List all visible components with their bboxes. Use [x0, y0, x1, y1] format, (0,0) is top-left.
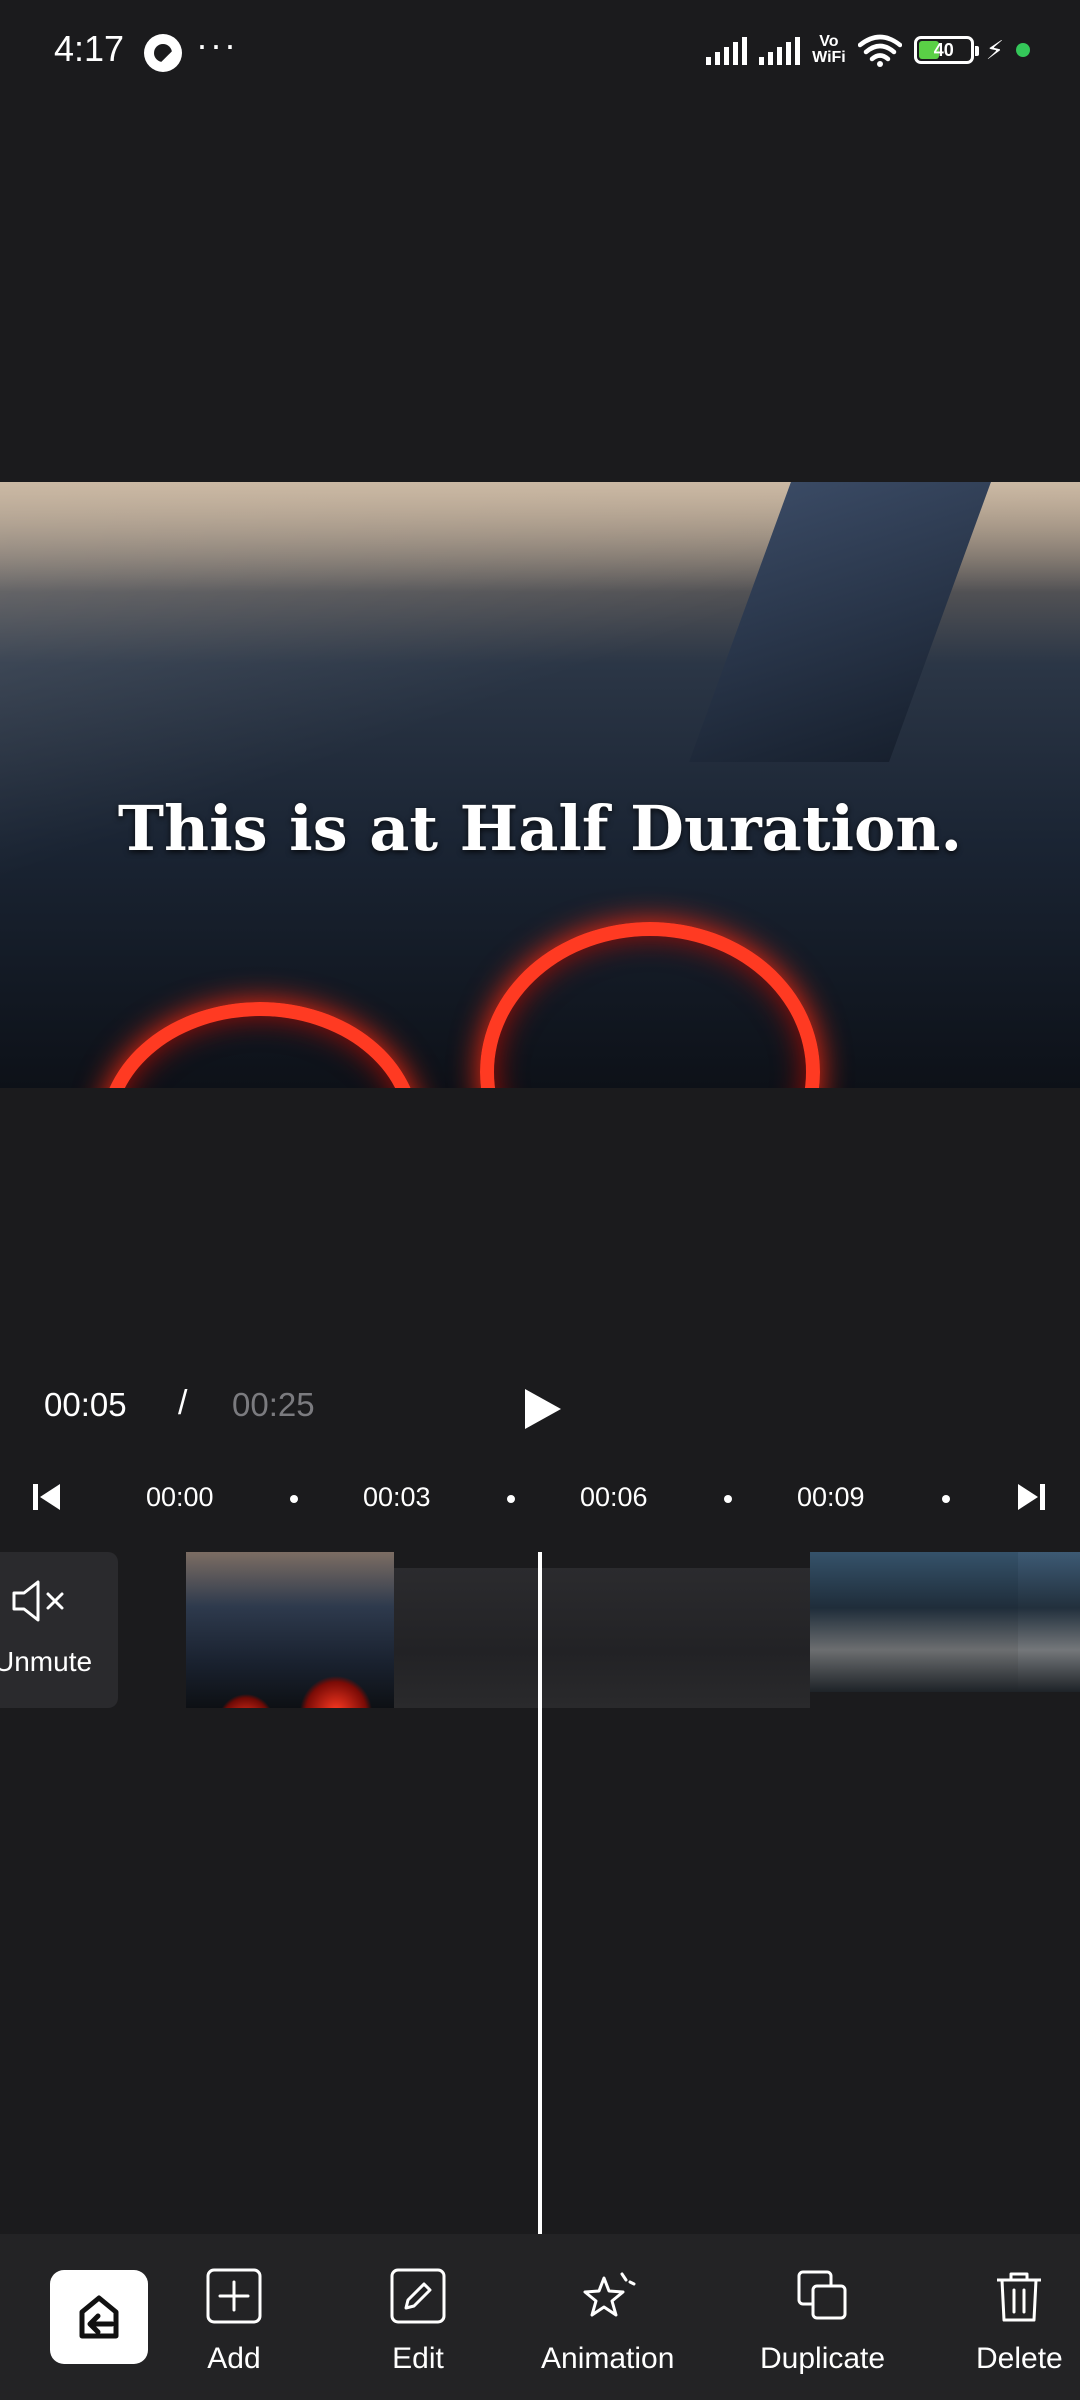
add-button[interactable]: Add: [204, 2266, 264, 2376]
time-separator: /: [178, 1384, 188, 1422]
bottom-toolbar: Add Edit Animation Duplicate Delete: [0, 2234, 1080, 2400]
current-time: 00:05: [44, 1386, 127, 1423]
app-notification-icon: [144, 34, 182, 72]
skip-to-end-icon[interactable]: [1014, 1480, 1048, 1514]
ruler-dot: [290, 1495, 298, 1503]
privacy-indicator-dot: [1016, 43, 1030, 57]
vowifi-icon: Vo WiFi: [812, 33, 846, 66]
total-duration: 00:25: [232, 1386, 315, 1423]
ruler-dot: [507, 1495, 515, 1503]
time-ruler[interactable]: 00:00 00:03 00:06 00:09: [0, 1470, 1080, 1526]
delete-label: Delete: [976, 2342, 1063, 2375]
status-indicators: Vo WiFi 40 ⚡: [706, 30, 1030, 70]
edit-label: Edit: [392, 2342, 444, 2375]
skip-to-start-icon[interactable]: [30, 1480, 64, 1514]
add-label: Add: [207, 2342, 261, 2375]
unmute-label: Unmute: [0, 1646, 93, 1677]
video-preview[interactable]: This is at Half Duration.: [0, 482, 1080, 1088]
duplicate-icon: [797, 2270, 847, 2320]
clip-thumbnail: [1018, 1552, 1080, 1692]
more-notifications-icon: ···: [196, 24, 238, 65]
status-time: 4:17: [54, 28, 125, 69]
clip-thumbnail: [186, 1552, 394, 1708]
delete-button[interactable]: Delete: [976, 2266, 1063, 2376]
edit-button[interactable]: Edit: [388, 2266, 448, 2376]
trash-icon: [997, 2272, 1042, 2322]
animation-label: Animation: [541, 2342, 675, 2375]
battery-level: 40: [933, 40, 954, 60]
ruler-tick-label: 00:03: [363, 1482, 431, 1512]
clip-thumbnail: [810, 1552, 1018, 1692]
clip-thumbnail: [394, 1568, 810, 1708]
video-clip-track[interactable]: [186, 1552, 1080, 1708]
signal-icon-2: [759, 35, 801, 65]
ruler-tick-label: 00:00: [146, 1482, 214, 1512]
preview-taillight-right: [480, 922, 820, 1088]
unmute-button[interactable]: Unmute: [0, 1552, 118, 1708]
ruler-dot: [942, 1495, 950, 1503]
duplicate-label: Duplicate: [760, 2342, 886, 2375]
battery-icon: 40: [913, 36, 979, 64]
ruler-tick-label: 00:09: [797, 1482, 865, 1512]
play-button[interactable]: [519, 1386, 565, 1432]
charging-icon: ⚡: [985, 34, 1004, 65]
ruler-dot: [724, 1495, 732, 1503]
signal-icon: [706, 35, 748, 65]
playhead[interactable]: [538, 1552, 542, 2234]
wifi-icon: [857, 34, 902, 67]
exit-return-icon: [79, 2295, 119, 2339]
speaker-muted-icon: [12, 1580, 64, 1622]
ruler-tick-label: 00:06: [580, 1482, 648, 1512]
edit-icon: [390, 2268, 446, 2324]
animation-star-icon: [583, 2272, 636, 2317]
video-caption-text[interactable]: This is at Half Duration.: [0, 792, 1080, 865]
duplicate-button[interactable]: Duplicate: [760, 2266, 885, 2376]
back-to-main-button[interactable]: [50, 2270, 148, 2364]
preview-taillight-left: [100, 1002, 420, 1088]
add-icon: [206, 2268, 262, 2324]
animation-button[interactable]: Animation: [541, 2266, 674, 2376]
status-bar: 4:17 ··· Vo WiFi 40 ⚡: [0, 0, 1080, 100]
